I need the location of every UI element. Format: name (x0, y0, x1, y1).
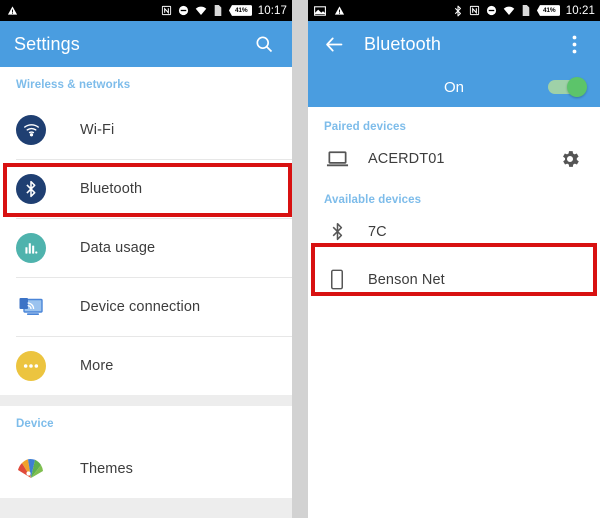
screenshot-icon (314, 5, 326, 17)
bluetooth-toggle-bar[interactable]: On (308, 67, 600, 107)
left-phone-screen: 41% 10:17 Settings Wireless & networks W… (0, 0, 292, 518)
section-header-available: Available devices (324, 194, 422, 206)
gear-icon[interactable] (558, 147, 582, 171)
wifi-icon (195, 5, 207, 17)
overflow-menu-icon[interactable] (560, 30, 588, 58)
group-header-wireless: Wireless & networks (0, 67, 292, 100)
battery-percent-label: 41% (235, 7, 248, 14)
left-status-bar: 41% 10:17 (0, 0, 292, 21)
battery-percent-label: 41% (543, 7, 556, 14)
settings-group-divider (0, 395, 292, 406)
data-usage-icon (16, 232, 46, 263)
sim-card-icon (520, 5, 532, 17)
sidebar-item-data-usage[interactable]: Data usage (0, 218, 292, 277)
page-title: Bluetooth (364, 33, 441, 54)
device-row-benson-net[interactable]: Benson Net (308, 253, 600, 306)
settings-group-wireless: Wireless & networks Wi-Fi Bluetooth Data… (0, 67, 292, 395)
sim-card-icon (212, 5, 224, 17)
wifi-icon (16, 114, 46, 145)
page-title: Settings (14, 33, 80, 54)
status-clock: 10:17 (257, 4, 287, 17)
sidebar-item-label: Themes (80, 460, 133, 477)
bluetooth-toggle-switch[interactable] (548, 77, 587, 97)
sidebar-item-device-connection[interactable]: Device connection (0, 277, 292, 336)
left-status-right-icons: 41% 10:17 (161, 5, 287, 17)
group-header-device: Device (0, 406, 292, 439)
sidebar-item-label: Wi-Fi (80, 121, 115, 138)
device-name: ACERDT01 (368, 150, 445, 167)
left-status-left-icons (6, 5, 18, 17)
do-not-disturb-icon (486, 5, 498, 17)
wifi-icon (503, 5, 515, 17)
nfc-icon (469, 5, 481, 17)
settings-group-device: Device Themes (0, 406, 292, 498)
right-status-right-icons: 41% 10:21 (452, 5, 595, 17)
nfc-icon (161, 5, 173, 17)
section-header-paired: Paired devices (324, 121, 406, 133)
device-connection-icon (16, 292, 46, 322)
themes-palette-icon (16, 454, 46, 484)
settings-list[interactable]: Wireless & networks Wi-Fi Bluetooth Data… (0, 67, 292, 518)
right-status-bar: 41% 10:21 (308, 0, 600, 21)
battery-indicator: 41% (536, 5, 560, 16)
device-name: Benson Net (368, 271, 445, 288)
laptop-icon (324, 146, 350, 172)
screenshot-gutter (292, 0, 308, 518)
warning-triangle-icon (6, 5, 18, 17)
warning-triangle-icon (333, 5, 345, 17)
bluetooth-icon (452, 5, 464, 17)
dual-screenshot-container: 41% 10:17 Settings Wireless & networks W… (0, 0, 600, 518)
sidebar-item-label: Data usage (80, 239, 156, 256)
do-not-disturb-icon (178, 5, 190, 17)
bluetooth-icon (16, 173, 46, 204)
device-row-acerdt01[interactable]: ACERDT01 (308, 137, 600, 180)
sidebar-item-bluetooth[interactable]: Bluetooth (0, 159, 292, 218)
sidebar-item-label: More (80, 357, 114, 374)
device-name: 7C (368, 223, 387, 240)
battery-indicator: 41% (228, 5, 252, 16)
toggle-knob (567, 77, 587, 97)
bluetooth-device-list[interactable]: Paired devices ACERDT01 Available device… (308, 107, 600, 518)
sidebar-item-label: Bluetooth (80, 180, 143, 197)
right-phone-screen: 41% 10:21 Bluetooth On Paired devices AC… (308, 0, 600, 518)
status-clock: 10:21 (565, 4, 595, 17)
search-icon[interactable] (250, 30, 278, 58)
device-row-7c[interactable]: 7C (308, 210, 600, 253)
settings-app-bar: Settings (0, 21, 292, 67)
sidebar-item-wifi[interactable]: Wi-Fi (0, 100, 292, 159)
sidebar-item-more[interactable]: More (0, 336, 292, 395)
right-status-left-icons (314, 5, 345, 17)
back-arrow-icon[interactable] (320, 30, 348, 58)
more-dots-icon (16, 350, 46, 381)
phone-icon (324, 267, 350, 293)
sidebar-item-label: Device connection (80, 298, 201, 315)
sidebar-item-themes[interactable]: Themes (0, 439, 292, 498)
bluetooth-app-bar: Bluetooth (308, 21, 600, 67)
bluetooth-icon (324, 219, 350, 245)
